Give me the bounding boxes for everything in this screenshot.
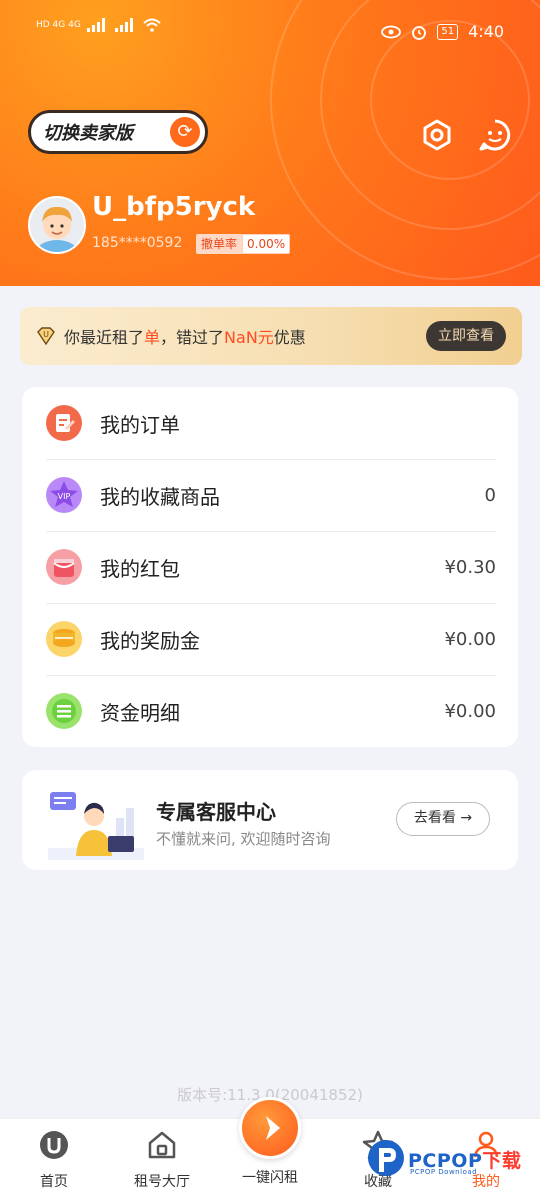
hall-icon: [148, 1131, 176, 1159]
clock: 4:40: [468, 22, 504, 41]
service-subtitle: 不懂就来问, 欢迎随时咨询: [156, 830, 331, 848]
switch-seller-label: 切换卖家版: [43, 123, 133, 144]
eye-icon: [381, 25, 402, 38]
fund-detail-icon: [46, 693, 82, 729]
menu-item-value: 0: [484, 484, 496, 506]
service-center-card[interactable]: 专属客服中心 不懂就来问, 欢迎随时咨询 去看看 →: [22, 770, 518, 870]
menu-item-label: 资金明细: [100, 700, 180, 725]
service-title: 专属客服中心: [156, 800, 276, 824]
menu-item-label: 我的订单: [100, 412, 180, 437]
alarm-icon: [412, 25, 427, 40]
signal-icon: [114, 18, 133, 32]
refresh-icon: ⟳: [170, 117, 200, 147]
menu-item-value: ¥0.00: [444, 700, 496, 722]
status-right: 51 4:40: [381, 22, 504, 41]
menu-item-value: ¥0.30: [444, 556, 496, 578]
promo-text: 你最近租了单，错过了NaN元优惠: [64, 328, 306, 347]
customer-service-icon[interactable]: [478, 118, 512, 152]
menu-item-red-packet[interactable]: 我的红包 ¥0.30: [46, 531, 496, 603]
signal-icon: [86, 18, 105, 32]
menu-item-label: 我的红包: [100, 556, 180, 581]
menu-card: 我的订单 VIP 我的收藏商品 0 我的红包 ¥0.30 我的奖励金 ¥0.00…: [22, 387, 518, 747]
tab-label: 首页: [40, 1174, 68, 1190]
tab-hall[interactable]: 租号大厅: [122, 1129, 202, 1191]
go-see-button[interactable]: 去看看 →: [396, 802, 490, 836]
pcpop-watermark: PCPOP下载 PCPOP Download: [366, 1138, 536, 1188]
customer-service-illustration: [48, 792, 144, 860]
red-packet-icon: [46, 549, 82, 585]
tab-label: 租号大厅: [134, 1174, 190, 1190]
menu-item-label: 我的收藏商品: [100, 484, 220, 509]
tab-label: 一键闪租: [242, 1170, 298, 1186]
menu-item-orders[interactable]: 我的订单: [46, 387, 496, 459]
cancel-rate-label: 撤单率: [196, 234, 243, 254]
order-icon: [46, 405, 82, 441]
phone-number: 185****0592: [92, 235, 183, 251]
watermark-subtext: PCPOP Download: [410, 1168, 478, 1176]
home-u-icon: [40, 1131, 68, 1159]
menu-item-label: 我的奖励金: [100, 628, 200, 653]
battery-indicator: 51: [437, 23, 459, 40]
flash-rent-icon[interactable]: [239, 1097, 301, 1159]
menu-item-rewards[interactable]: 我的奖励金 ¥0.00: [46, 603, 496, 675]
settings-icon[interactable]: [420, 118, 454, 152]
diamond-u-icon: U: [37, 327, 55, 346]
menu-item-fund-details[interactable]: 资金明细 ¥0.00: [46, 675, 496, 747]
switch-seller-button[interactable]: 切换卖家版 ⟳: [28, 110, 208, 154]
vip-star-icon: VIP: [46, 477, 82, 513]
promo-banner[interactable]: U 你最近租了单，错过了NaN元优惠 立即查看: [20, 307, 522, 365]
coins-icon: [46, 621, 82, 657]
username: U_bfp5ryck: [92, 192, 256, 222]
pcpop-logo-icon: [368, 1140, 404, 1176]
svg-text:VIP: VIP: [58, 492, 71, 501]
view-now-button[interactable]: 立即查看: [426, 321, 506, 351]
menu-item-value: ¥0.00: [444, 628, 496, 650]
avatar-icon: [30, 198, 84, 252]
network-indicators: HD 4G 4G: [36, 18, 161, 32]
profile-header: HD 4G 4G 51 4:40 切换卖家版 ⟳ U_bfp5ryck 185*…: [0, 0, 540, 286]
avatar[interactable]: [28, 196, 86, 254]
tab-home[interactable]: 首页: [14, 1129, 94, 1191]
wifi-icon: [143, 18, 161, 32]
cancel-rate-badge: 撤单率 0.00%: [196, 234, 291, 254]
status-bar: HD 4G 4G 51 4:40: [36, 18, 504, 48]
network-label: HD 4G 4G: [36, 20, 81, 30]
cancel-rate-value: 0.00%: [242, 234, 291, 254]
svg-text:U: U: [43, 330, 49, 339]
menu-item-favorites[interactable]: VIP 我的收藏商品 0: [46, 459, 496, 531]
